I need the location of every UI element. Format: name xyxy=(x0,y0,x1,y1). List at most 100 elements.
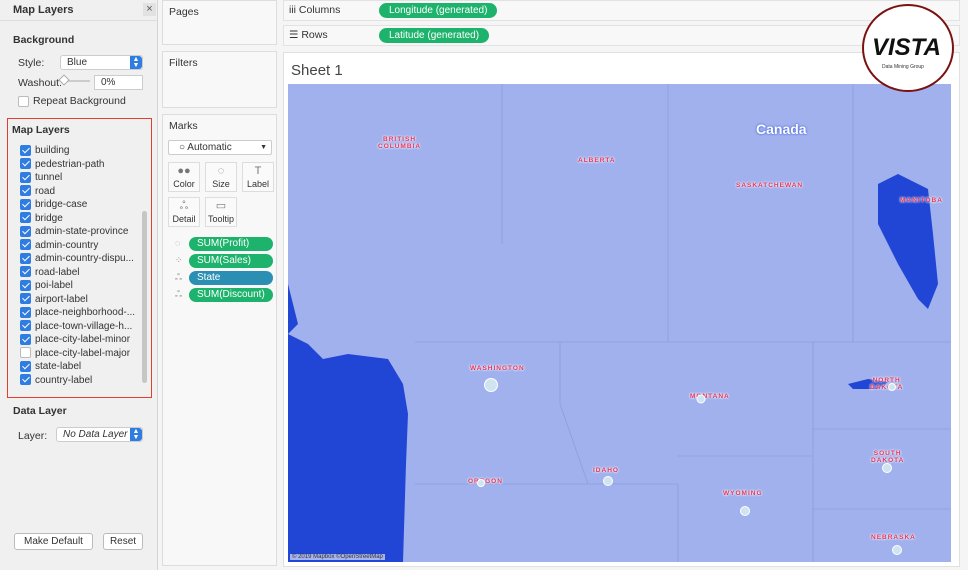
layer-item[interactable]: state-label xyxy=(20,360,81,373)
marks-pill[interactable]: SUM(Discount) xyxy=(189,288,273,302)
state-mark[interactable] xyxy=(477,479,485,487)
layer-checkbox[interactable] xyxy=(20,185,31,197)
layer-checkbox[interactable] xyxy=(20,293,31,305)
button-label: Tooltip xyxy=(207,214,234,224)
layer-item[interactable]: poi-label xyxy=(20,279,73,292)
layer-checkbox[interactable] xyxy=(20,171,31,183)
layer-checkbox[interactable] xyxy=(20,347,31,359)
background-heading: Background xyxy=(13,34,75,46)
layer-item[interactable]: admin-state-province xyxy=(20,225,128,238)
style-label: Style: xyxy=(18,57,45,69)
rows-shelf[interactable]: ☰ Rows Latitude (generated) xyxy=(283,25,960,46)
layer-item[interactable]: place-neighborhood-... xyxy=(20,306,135,319)
layer-checkbox[interactable] xyxy=(20,144,31,156)
checkbox[interactable] xyxy=(18,95,29,107)
borders xyxy=(415,84,951,562)
color-dots-icon: ●● xyxy=(177,165,191,177)
layer-item[interactable]: building xyxy=(20,144,69,157)
layer-item[interactable]: road-label xyxy=(20,266,79,279)
layer-item[interactable]: airport-label xyxy=(20,293,88,306)
layer-checkbox[interactable] xyxy=(20,158,31,170)
button-label: Color xyxy=(173,179,195,189)
state-label: OREGON xyxy=(468,478,503,485)
layer-item[interactable]: country-label xyxy=(20,374,92,387)
layer-label: road xyxy=(35,185,56,197)
state-label: SASKATCHEWAN xyxy=(736,182,804,189)
layer-label: building xyxy=(35,145,70,156)
marks-tooltip-button[interactable]: ▭ Tooltip xyxy=(205,197,237,227)
latitude-pill[interactable]: Latitude (generated) xyxy=(379,28,490,43)
layer-label: admin-country-dispu... xyxy=(35,253,134,264)
style-select[interactable]: Blue ▲ ▼ xyxy=(60,55,143,70)
state-mark[interactable] xyxy=(484,378,498,392)
layer-item[interactable]: admin-country-dispu... xyxy=(20,252,134,265)
vista-logo: VISTA Data Mining Group xyxy=(862,4,954,92)
layer-checkbox[interactable] xyxy=(20,266,31,278)
coast xyxy=(288,84,298,334)
layer-checkbox[interactable] xyxy=(20,333,31,345)
layer-item[interactable]: place-city-label-minor xyxy=(20,333,130,346)
layer-checkbox[interactable] xyxy=(20,212,31,224)
stepper-icon: ▲ ▼ xyxy=(130,428,142,441)
marks-color-button[interactable]: ●● Color xyxy=(168,162,200,192)
layer-item[interactable]: pedestrian-path xyxy=(20,158,105,171)
layer-item[interactable]: bridge xyxy=(20,212,63,225)
map-geography xyxy=(288,84,951,562)
layer-checkbox[interactable] xyxy=(20,320,31,332)
reset-button[interactable]: Reset xyxy=(103,533,143,550)
layer-label: admin-country xyxy=(35,239,99,251)
state-mark[interactable] xyxy=(882,463,892,473)
washout-input[interactable]: 0% xyxy=(94,75,143,90)
filters-shelf[interactable]: Filters xyxy=(162,51,277,108)
layer-checkbox[interactable] xyxy=(20,198,31,210)
repeat-background-checkbox[interactable]: Repeat Background xyxy=(18,95,126,107)
close-icon[interactable]: × xyxy=(143,3,156,16)
pages-shelf[interactable]: Pages xyxy=(162,0,277,45)
state-mark[interactable] xyxy=(603,476,613,486)
state-mark[interactable] xyxy=(740,506,750,516)
layer-item[interactable]: bridge-case xyxy=(20,198,87,211)
make-default-button[interactable]: Make Default xyxy=(14,533,93,550)
layer-checkbox[interactable] xyxy=(20,279,31,291)
map-view[interactable]: BRITISH COLUMBIA ALBERTA SASKATCHEWAN MANIT… xyxy=(288,84,951,562)
layer-item[interactable]: place-town-village-h... xyxy=(20,320,132,333)
panel-title: Map Layers xyxy=(13,4,74,16)
state-label: MANITOBA xyxy=(900,197,943,204)
marks-label-button[interactable]: T Label xyxy=(242,162,274,192)
marks-pill[interactable]: State xyxy=(189,271,273,285)
layer-checkbox[interactable] xyxy=(20,239,31,251)
layer-checkbox[interactable] xyxy=(20,374,31,386)
state-mark[interactable] xyxy=(888,383,896,391)
layer-item[interactable]: tunnel xyxy=(20,171,62,184)
mark-type-select[interactable]: ○ Automatic ▼ xyxy=(168,140,272,155)
state-mark[interactable] xyxy=(696,394,706,404)
layer-checkbox[interactable] xyxy=(20,225,31,237)
layer-label: pedestrian-path xyxy=(35,158,105,170)
layer-item[interactable]: admin-country xyxy=(20,239,98,252)
layer-checkbox[interactable] xyxy=(20,360,31,372)
marks-pill[interactable]: SUM(Sales) xyxy=(189,254,273,268)
layer-checkbox[interactable] xyxy=(20,306,31,318)
layer-label: road-label xyxy=(35,266,80,278)
washout-slider[interactable] xyxy=(58,74,90,86)
map-attribution[interactable]: © 2019 Mapbox ©OpenStreetMap xyxy=(290,554,385,560)
layer-label: country-label xyxy=(35,374,93,386)
layer-label: state-label xyxy=(35,361,82,372)
data-layer-heading: Data Layer xyxy=(13,405,67,417)
scrollbar[interactable] xyxy=(142,211,147,383)
data-layer-select[interactable]: No Data Layer ▲ ▼ xyxy=(56,427,143,442)
marks-detail-button[interactable]: ஃ Detail xyxy=(168,197,200,227)
size-shapes-icon: ◌ xyxy=(217,165,225,177)
layer-item[interactable]: road xyxy=(20,185,55,198)
layer-checkbox[interactable] xyxy=(20,252,31,264)
longitude-pill[interactable]: Longitude (generated) xyxy=(379,3,498,18)
marks-size-button[interactable]: ◌ Size xyxy=(205,162,237,192)
layer-item[interactable]: place-city-label-major xyxy=(20,347,130,360)
state-label: IDAHO xyxy=(593,467,619,474)
lake-winnipeg xyxy=(878,174,938,309)
layer-label: tunnel xyxy=(35,172,63,183)
columns-shelf[interactable]: iii Columns Longitude (generated) xyxy=(283,0,960,21)
layer-label: bridge-case xyxy=(35,199,88,210)
state-mark[interactable] xyxy=(892,545,902,555)
marks-pill[interactable]: SUM(Profit) xyxy=(189,237,273,251)
